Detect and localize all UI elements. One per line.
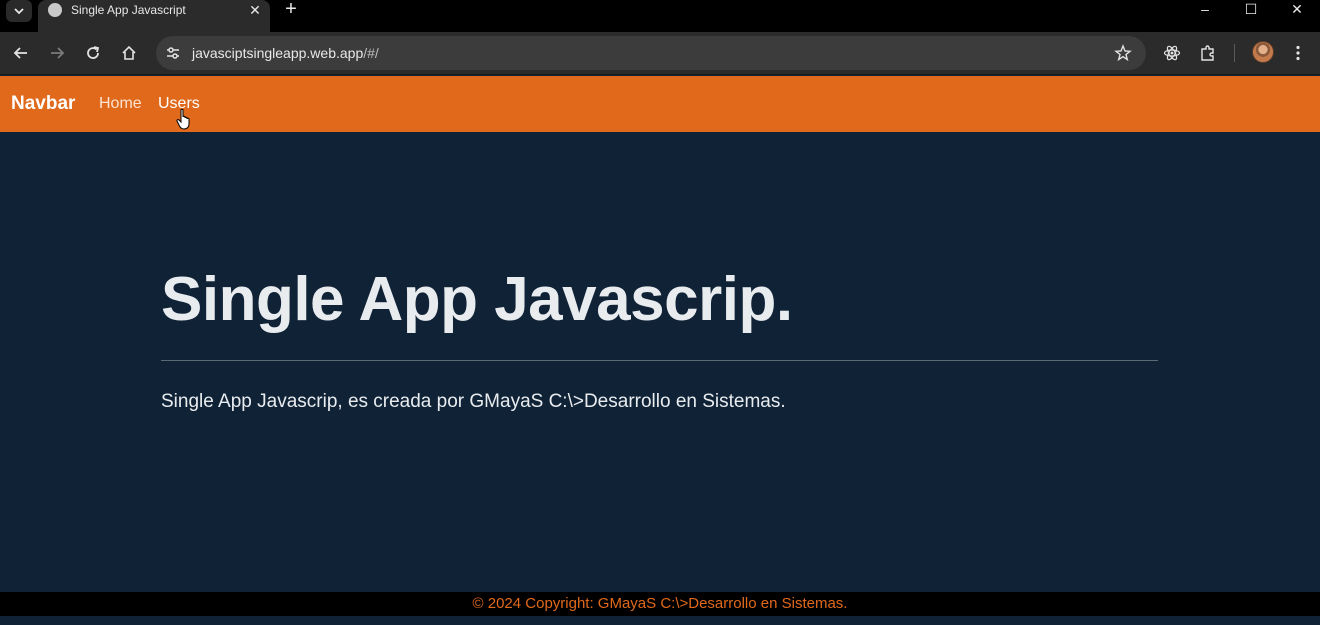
browser-toolbar: javasciptsingleapp.web.app/#/ [0,32,1320,75]
page-footer: © 2024 Copyright: GMayaS C:\>Desarrollo … [0,592,1320,616]
puzzle-icon [1201,45,1214,61]
nav-link-home[interactable]: Home [99,95,142,113]
reload-button[interactable] [80,40,106,66]
chevron-down-icon [14,8,24,15]
page-description: Single App Javascrip, es creada por GMay… [161,391,786,412]
tab-search-button[interactable] [6,0,32,22]
site-info-icon[interactable] [164,44,182,62]
tab-close-icon[interactable]: ✕ [246,1,264,19]
extensions-button[interactable] [1197,42,1219,64]
main-content: Single App Javascrip. Single App Javascr… [0,132,1320,592]
url-host: javasciptsingleapp.web.app [192,45,364,61]
reload-icon [87,46,100,59]
browser-tab-bar: Single App Javascript ✕ + – ☐ ✕ [0,0,1320,32]
more-vertical-icon [1296,45,1300,61]
bookmark-star-icon[interactable] [1114,44,1132,62]
new-tab-button[interactable]: + [281,0,301,20]
back-button[interactable] [8,40,34,66]
toolbar-divider [1234,44,1235,62]
url-text: javasciptsingleapp.web.app/#/ [192,45,379,61]
footer-copyright: © 2024 Copyright: GMayaS C:\>Desarrollo … [472,595,848,612]
forward-button[interactable] [44,40,70,66]
globe-icon [48,3,62,17]
home-button[interactable] [116,40,142,66]
profile-avatar[interactable] [1252,41,1274,63]
close-window-button[interactable]: ✕ [1274,0,1320,20]
navbar-brand[interactable]: Navbar [11,93,75,115]
tab-title: Single App Javascript [71,3,186,17]
browser-tab-active[interactable]: Single App Javascript ✕ [38,0,270,32]
minimize-button[interactable]: – [1182,0,1228,20]
title-divider [161,360,1158,361]
address-bar[interactable]: javasciptsingleapp.web.app/#/ [156,36,1146,70]
arrow-left-icon [13,47,27,59]
home-icon [122,45,136,60]
maximize-button[interactable]: ☐ [1228,0,1274,20]
site-navbar: Navbar Home Users [0,76,1320,132]
react-icon [1163,45,1181,61]
page-title: Single App Javascrip. [161,265,793,334]
react-devtools-extension[interactable] [1161,42,1183,64]
browser-menu-button[interactable] [1287,42,1309,64]
arrow-right-icon [51,47,65,59]
page-bottom [0,616,1320,625]
url-path: /#/ [363,45,379,61]
hand-cursor-icon [176,108,190,130]
